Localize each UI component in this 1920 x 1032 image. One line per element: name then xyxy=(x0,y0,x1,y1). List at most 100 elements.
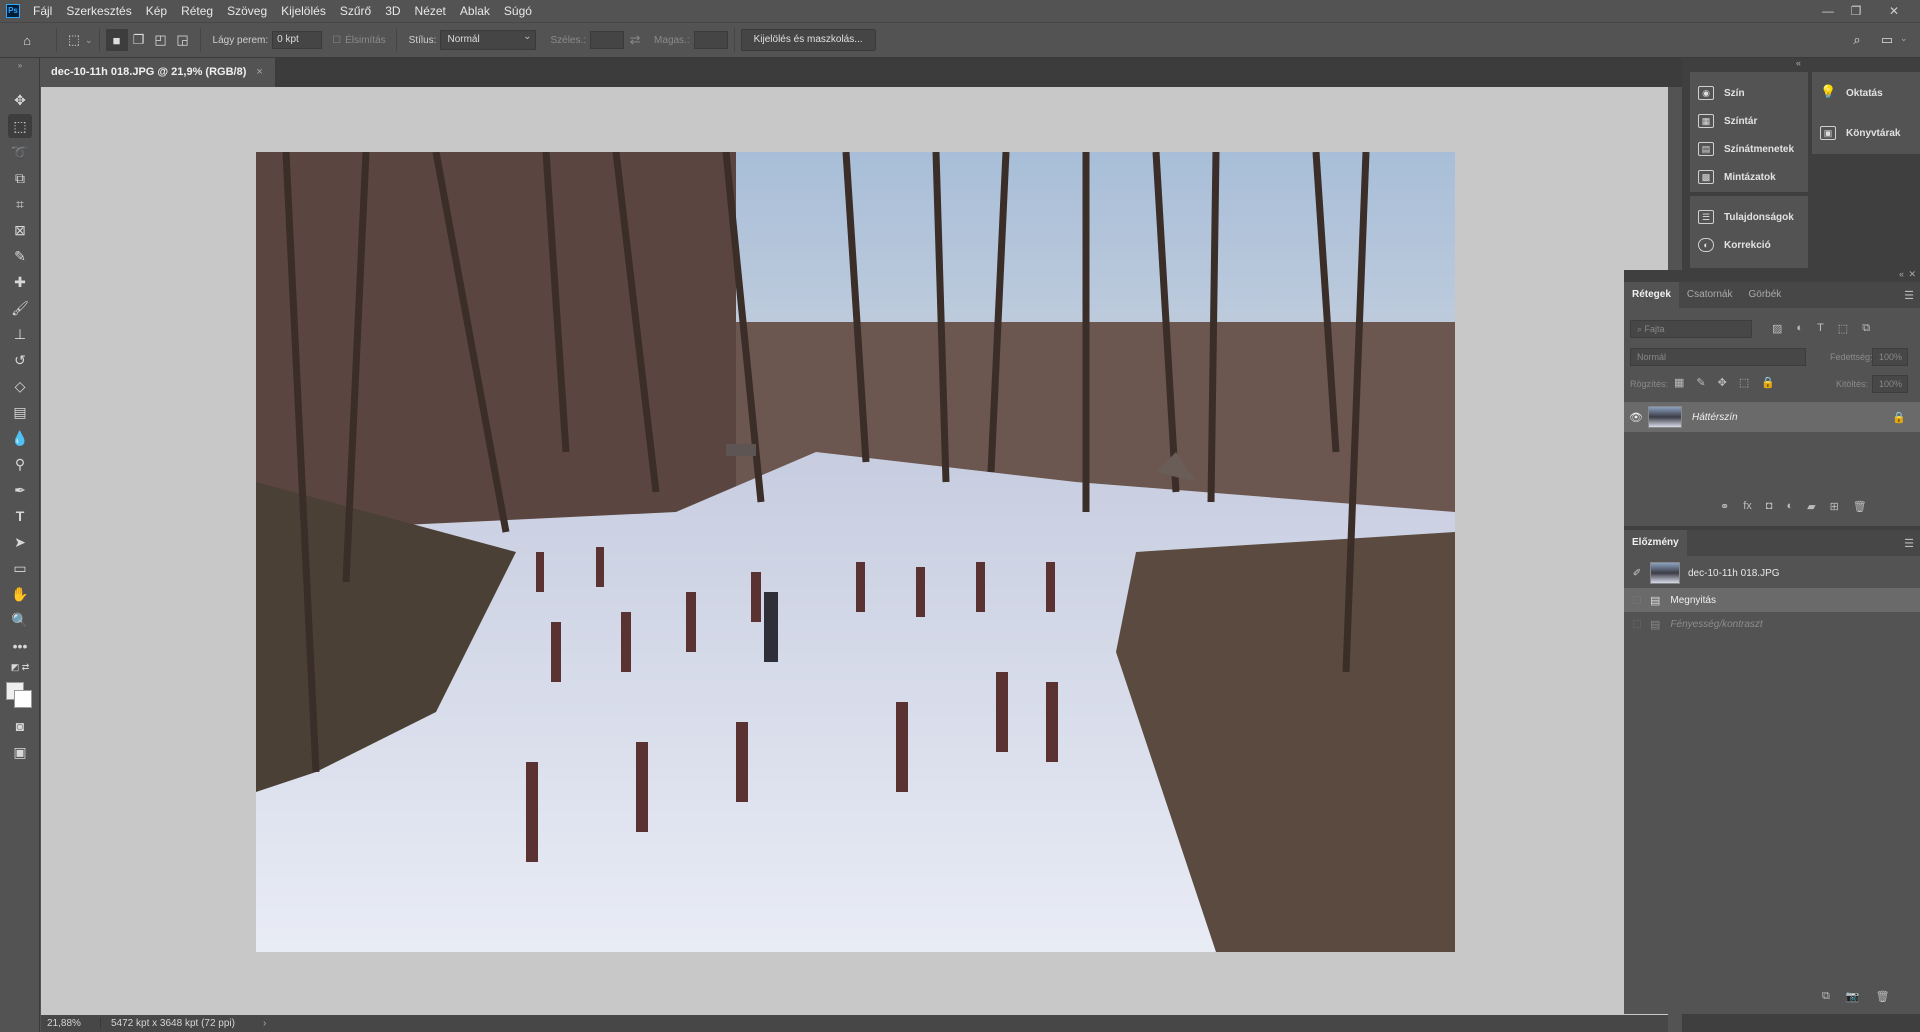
lock-position-icon[interactable]: ✥ xyxy=(1718,376,1727,389)
workspace-icon[interactable]: ▭ xyxy=(1876,29,1898,51)
mask-icon[interactable]: ◘ xyxy=(1766,500,1773,513)
menu-help[interactable]: Súgó xyxy=(497,0,539,22)
width-input[interactable] xyxy=(590,31,625,49)
opacity-input[interactable]: 100% xyxy=(1872,348,1908,366)
menu-window[interactable]: Ablak xyxy=(453,0,497,22)
pen-tool-icon[interactable]: ✒ xyxy=(8,478,32,502)
link-icon[interactable]: ⚭ xyxy=(1720,500,1729,513)
zoom-tool-icon[interactable]: 🔍 xyxy=(8,608,32,632)
feather-input[interactable]: 0 kpt xyxy=(272,31,323,49)
camera-icon[interactable]: 📷 xyxy=(1846,990,1860,1003)
panel-swatches[interactable]: ▦ Színtár xyxy=(1698,114,1757,128)
screen-mode-icon[interactable]: ▣ xyxy=(8,740,32,764)
height-input[interactable] xyxy=(693,31,728,49)
lock-pixels-icon[interactable]: ✎ xyxy=(1696,376,1705,389)
folder-icon[interactable]: ▰ xyxy=(1807,500,1815,513)
document-tab[interactable]: dec-10-11h 018.JPG @ 21,9% (RGB/8) × xyxy=(41,58,275,87)
tab-layers[interactable]: Rétegek xyxy=(1624,282,1679,308)
adjustment-layer-icon[interactable]: ◐ xyxy=(1786,500,1793,513)
healing-brush-tool-icon[interactable]: ✚ xyxy=(8,270,32,294)
hand-tool-icon[interactable]: ✋ xyxy=(8,582,32,606)
rectangular-marquee-tool-icon[interactable]: ⬚ xyxy=(8,114,32,138)
layer-name[interactable]: Háttérszín xyxy=(1692,412,1892,423)
type-filter-icon[interactable]: T xyxy=(1817,322,1824,335)
history-brush-source-icon[interactable]: ✐ xyxy=(1624,568,1650,579)
restore-icon[interactable]: ❐ xyxy=(1842,0,1870,22)
panel-color[interactable]: ◉ Szín xyxy=(1698,86,1745,100)
antialias-checkbox[interactable]: ☐ xyxy=(332,35,341,46)
lasso-tool-icon[interactable]: ➰ xyxy=(8,140,32,164)
lock-artboard-icon[interactable]: ⬚ xyxy=(1739,376,1749,389)
quick-mask-icon[interactable]: ◙ xyxy=(8,714,32,738)
panel-properties[interactable]: ☰ Tulajdonságok xyxy=(1698,210,1794,224)
smart-object-filter-icon[interactable]: ⧉ xyxy=(1862,322,1870,335)
new-selection-icon[interactable]: ■ xyxy=(105,29,128,51)
chevron-down-icon[interactable]: ⌄ xyxy=(1900,33,1908,44)
menu-view[interactable]: Nézet xyxy=(408,0,453,22)
rectangle-tool-icon[interactable]: ▭ xyxy=(8,556,32,580)
subtract-selection-icon[interactable]: ◰ xyxy=(150,29,172,51)
zoom-level[interactable]: 21,88% xyxy=(41,1018,101,1029)
panel-libraries[interactable]: ▣ Könyvtárak xyxy=(1820,126,1900,140)
eraser-tool-icon[interactable]: ◇ xyxy=(8,374,32,398)
intersect-selection-icon[interactable]: ◲ xyxy=(172,29,194,51)
menu-file[interactable]: Fájl xyxy=(26,0,59,22)
close-window-icon[interactable]: ✕ xyxy=(1880,0,1908,22)
collapse-toolbar-icon[interactable]: » xyxy=(8,60,32,70)
search-icon[interactable]: ⌕ xyxy=(1846,29,1868,51)
style-select[interactable]: Normál xyxy=(440,28,537,50)
home-icon[interactable]: ⌂ xyxy=(16,29,38,51)
status-arrow-icon[interactable]: › xyxy=(263,1018,266,1029)
shape-filter-icon[interactable]: ⬚ xyxy=(1838,322,1848,335)
object-selection-tool-icon[interactable]: ⧉ xyxy=(8,166,32,190)
type-tool-icon[interactable]: T xyxy=(8,504,32,528)
tab-history[interactable]: Előzmény xyxy=(1624,530,1687,556)
history-state[interactable]: ☐ ▤ Fényesség/kontraszt xyxy=(1624,612,1920,636)
panel-patterns[interactable]: ▩ Mintázatok xyxy=(1698,170,1776,184)
new-layer-icon[interactable]: ⊞ xyxy=(1830,500,1839,513)
select-and-mask-button[interactable]: Kijelölés és maszkolás... xyxy=(740,29,876,51)
history-state[interactable]: ☐ ▤ Megnyitás xyxy=(1624,588,1920,612)
eye-icon[interactable]: 👁 xyxy=(1624,411,1648,424)
marquee-preset-icon[interactable]: ⬚ xyxy=(63,29,85,51)
document-image[interactable] xyxy=(256,152,1455,952)
swap-dimensions-icon[interactable]: ⇄ xyxy=(624,29,646,51)
panel-menu-icon[interactable]: ☰ xyxy=(1904,289,1914,302)
dodge-tool-icon[interactable]: ⚲ xyxy=(8,452,32,476)
trash-icon[interactable]: 🗑 xyxy=(1853,500,1867,513)
panel-learn[interactable]: 💡 Oktatás xyxy=(1820,85,1883,100)
add-selection-icon[interactable]: ❐ xyxy=(128,29,150,51)
layer-filter-input[interactable]: ⌕ Fajta xyxy=(1630,320,1752,338)
path-selection-tool-icon[interactable]: ➤ xyxy=(8,530,32,554)
more-tools-icon[interactable]: ••• xyxy=(8,634,32,658)
eyedropper-tool-icon[interactable]: ✎ xyxy=(8,244,32,268)
canvas-area[interactable] xyxy=(41,87,1668,1015)
close-panel-icon[interactable]: ✕ xyxy=(1908,269,1916,280)
menu-layer[interactable]: Réteg xyxy=(174,0,220,22)
collapse-panels-icon[interactable]: « xyxy=(1796,58,1808,68)
default-colors-icon[interactable]: ◩ ⇄ xyxy=(8,660,32,674)
layer-row[interactable]: 👁 Háttérszín 🔒 xyxy=(1624,402,1920,432)
crop-tool-icon[interactable]: ⌗ xyxy=(8,192,32,216)
panel-gradients[interactable]: ▤ Színátmenetek xyxy=(1698,142,1794,156)
minimize-icon[interactable]: — xyxy=(1814,0,1842,22)
brush-tool-icon[interactable]: 🖌 xyxy=(8,296,32,320)
menu-filter[interactable]: Szűrő xyxy=(333,0,378,22)
menu-3d[interactable]: 3D xyxy=(378,0,407,22)
menu-type[interactable]: Szöveg xyxy=(220,0,274,22)
collapse-icon[interactable]: « xyxy=(1899,269,1904,279)
tab-curves[interactable]: Görbék xyxy=(1740,282,1789,308)
blend-mode-select[interactable]: Normál xyxy=(1630,348,1806,366)
fx-icon[interactable]: fx xyxy=(1743,500,1752,513)
blur-tool-icon[interactable]: 💧 xyxy=(8,426,32,450)
close-tab-icon[interactable]: × xyxy=(256,58,262,87)
move-tool-icon[interactable]: ✥ xyxy=(8,88,32,112)
gradient-tool-icon[interactable]: ▤ xyxy=(8,400,32,424)
history-source-checkbox[interactable]: ☐ xyxy=(1624,618,1650,631)
new-document-from-state-icon[interactable]: ⧉ xyxy=(1822,990,1830,1003)
clone-stamp-tool-icon[interactable]: ⊥ xyxy=(8,322,32,346)
frame-tool-icon[interactable]: ⊠ xyxy=(8,218,32,242)
trash-icon[interactable]: 🗑 xyxy=(1876,990,1890,1003)
lock-all-icon[interactable]: 🔒 xyxy=(1761,376,1775,389)
background-color-swatch[interactable] xyxy=(14,690,32,708)
